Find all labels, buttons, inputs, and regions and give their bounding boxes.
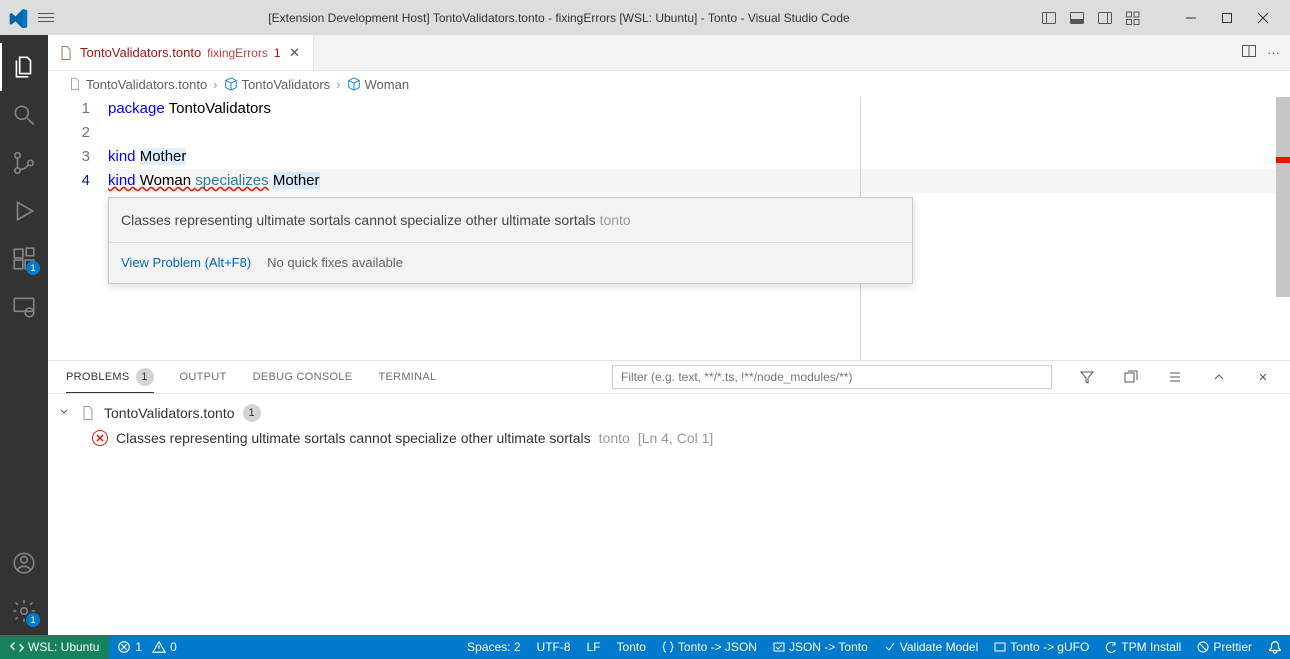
problem-message: Classes representing ultimate sortals ca… <box>116 430 591 446</box>
status-problems[interactable]: 1 0 <box>109 635 184 659</box>
customize-layout-icon[interactable] <box>1124 9 1142 27</box>
status-tpm-install[interactable]: TPM Install <box>1097 635 1189 659</box>
problem-item[interactable]: ✕ Classes representing ultimate sortals … <box>58 426 1280 450</box>
extensions-icon[interactable]: 1 <box>0 235 48 283</box>
layout-controls <box>1040 9 1142 27</box>
window-controls <box>1182 9 1282 27</box>
error-icon: ✕ <box>92 430 108 446</box>
tab-problems[interactable]: PROBLEMS1 <box>66 361 154 393</box>
chevron-down-icon[interactable] <box>58 405 72 421</box>
package-icon <box>224 77 238 91</box>
panel-tabs: PROBLEMS1 OUTPUT DEBUG CONSOLE TERMINAL … <box>48 361 1290 394</box>
split-editor-icon[interactable] <box>1241 43 1257 62</box>
status-tonto-json[interactable]: Tonto -> JSON <box>654 635 765 659</box>
run-debug-icon[interactable] <box>0 187 48 235</box>
close-button[interactable] <box>1254 9 1272 27</box>
problems-file-name: TontoValidators.tonto <box>104 405 235 421</box>
tab-folder: fixingErrors <box>207 46 268 60</box>
activity-bar: 1 1 <box>0 35 48 635</box>
collapse-all-icon[interactable] <box>1122 369 1140 385</box>
toggle-panel-icon[interactable] <box>1068 9 1086 27</box>
close-panel-icon[interactable]: ✕ <box>1254 371 1272 384</box>
problem-source: tonto <box>599 430 630 446</box>
hamburger-menu-icon[interactable] <box>38 9 58 26</box>
remote-explorer-icon[interactable] <box>0 283 48 331</box>
file-problem-count: 1 <box>243 404 261 422</box>
status-encoding[interactable]: UTF-8 <box>529 635 579 659</box>
manage-badge: 1 <box>26 613 40 627</box>
minimize-button[interactable] <box>1182 9 1200 27</box>
filter-icon[interactable] <box>1078 369 1096 385</box>
line-number-gutter: 1234 <box>48 97 108 360</box>
problems-list: TontoValidators.tonto 1 ✕ Classes repres… <box>48 394 1290 635</box>
toggle-secondary-sidebar-icon[interactable] <box>1096 9 1114 27</box>
extensions-badge: 1 <box>26 261 40 275</box>
tab-terminal[interactable]: TERMINAL <box>378 361 436 393</box>
toggle-primary-sidebar-icon[interactable] <box>1040 9 1058 27</box>
tab-filename: TontoValidators.tonto <box>80 45 201 60</box>
explorer-icon[interactable] <box>0 43 48 91</box>
remote-indicator[interactable]: WSL: Ubuntu <box>0 635 109 659</box>
vscode-logo-icon <box>8 8 28 28</box>
diagnostic-hover-widget: Classes representing ultimate sortals ca… <box>108 197 913 284</box>
view-as-list-icon[interactable] <box>1166 369 1184 385</box>
breadcrumb-symbol[interactable]: Woman <box>365 77 410 92</box>
problems-file-row[interactable]: TontoValidators.tonto 1 <box>58 400 1280 426</box>
window-title: [Extension Development Host] TontoValida… <box>78 11 1040 25</box>
editor-tab[interactable]: TontoValidators.tonto fixingErrors 1 ✕ <box>48 35 314 70</box>
symbol-icon <box>347 77 361 91</box>
title-bar: [Extension Development Host] TontoValida… <box>0 0 1290 35</box>
breadcrumb-package[interactable]: TontoValidators <box>242 77 331 92</box>
more-actions-icon[interactable]: ··· <box>1267 45 1280 60</box>
hover-message: Classes representing ultimate sortals ca… <box>121 212 600 228</box>
file-icon <box>68 77 82 91</box>
panel: PROBLEMS1 OUTPUT DEBUG CONSOLE TERMINAL … <box>48 360 1290 635</box>
status-language[interactable]: Tonto <box>609 635 654 659</box>
editor-area: TontoValidators.tonto fixingErrors 1 ✕ ·… <box>48 35 1290 635</box>
source-control-icon[interactable] <box>0 139 48 187</box>
file-icon <box>80 405 96 421</box>
status-prettier[interactable]: Prettier <box>1189 635 1260 659</box>
tab-error-count: 1 <box>274 46 281 60</box>
tab-output[interactable]: OUTPUT <box>180 361 227 393</box>
hover-source: tonto <box>600 212 631 228</box>
status-tonto-gufo[interactable]: Tonto -> gUFO <box>986 635 1097 659</box>
accounts-icon[interactable] <box>0 539 48 587</box>
maximize-button[interactable] <box>1218 9 1236 27</box>
status-validate[interactable]: Validate Model <box>876 635 987 659</box>
status-indent[interactable]: Spaces: 2 <box>459 635 528 659</box>
tab-close-icon[interactable]: ✕ <box>287 45 303 61</box>
overview-ruler[interactable] <box>1276 97 1290 360</box>
problems-count-badge: 1 <box>136 368 154 386</box>
tab-debug-console[interactable]: DEBUG CONSOLE <box>253 361 353 393</box>
editor-tabs: TontoValidators.tonto fixingErrors 1 ✕ ·… <box>48 35 1290 71</box>
breadcrumb-file[interactable]: TontoValidators.tonto <box>86 77 207 92</box>
status-json-tonto[interactable]: JSON -> Tonto <box>765 635 876 659</box>
status-bar: WSL: Ubuntu 1 0 Spaces: 2 UTF-8 LF Tonto… <box>0 635 1290 659</box>
problem-location: [Ln 4, Col 1] <box>638 430 714 446</box>
file-icon <box>58 45 74 61</box>
problems-filter-input[interactable] <box>612 365 1052 389</box>
maximize-panel-icon[interactable] <box>1210 369 1228 385</box>
code-editor[interactable]: 1234 package TontoValidators kind Mother… <box>48 97 1290 360</box>
status-notifications-icon[interactable] <box>1260 635 1290 659</box>
view-problem-link[interactable]: View Problem (Alt+F8) <box>121 251 251 275</box>
manage-gear-icon[interactable]: 1 <box>0 587 48 635</box>
status-eol[interactable]: LF <box>579 635 609 659</box>
no-quick-fix-label: No quick fixes available <box>267 251 403 275</box>
search-icon[interactable] <box>0 91 48 139</box>
breadcrumbs[interactable]: TontoValidators.tonto › TontoValidators … <box>48 71 1290 97</box>
